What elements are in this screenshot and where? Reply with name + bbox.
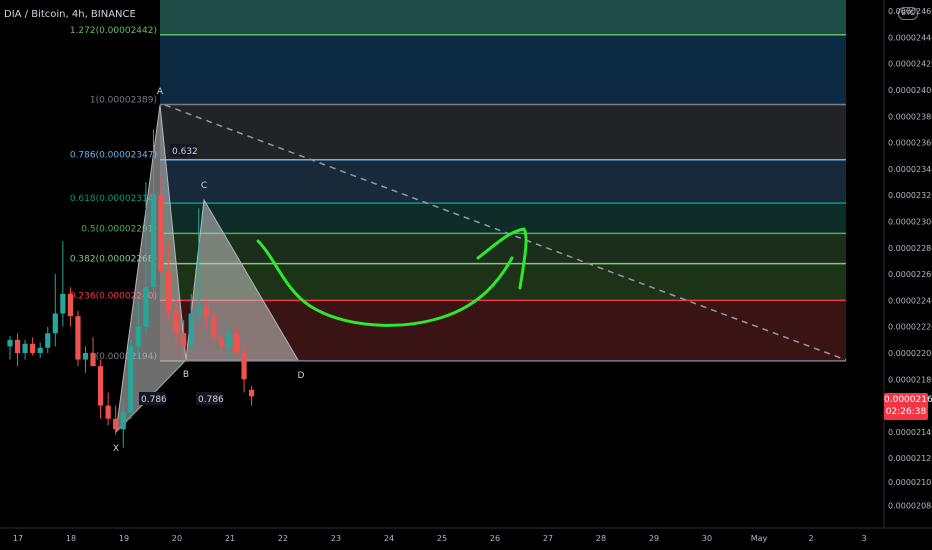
point-a-label: A bbox=[157, 87, 164, 97]
current-price-label: 0.00002167 02:26:38 bbox=[884, 393, 932, 420]
x-tick-label: 21 bbox=[225, 534, 235, 543]
candle-body bbox=[150, 195, 157, 288]
ratio-bd: 0.786 bbox=[198, 395, 224, 405]
candle-body bbox=[82, 353, 89, 360]
y-tick-label: 0.00002340 bbox=[888, 165, 932, 174]
x-tick-label: 24 bbox=[384, 534, 394, 543]
candle-body bbox=[14, 339, 21, 353]
x-tick-label: 28 bbox=[596, 534, 606, 543]
ratio-xab: 0.632 bbox=[172, 147, 198, 157]
candle-body bbox=[37, 347, 43, 353]
x-tick-label: 23 bbox=[331, 534, 341, 543]
y-tick-label: 0.00002420 bbox=[888, 60, 932, 69]
y-tick-label: 0.00002120 bbox=[888, 454, 932, 463]
point-b-label: B bbox=[183, 370, 189, 380]
candle-body bbox=[120, 412, 126, 430]
x-tick-label: 26 bbox=[490, 534, 500, 543]
y-tick-label: 0.00002360 bbox=[888, 139, 932, 148]
point-x-label: X bbox=[113, 444, 119, 454]
x-tick-label: 22 bbox=[278, 534, 288, 543]
candle-body bbox=[90, 353, 96, 367]
x-tick-label: 3 bbox=[861, 534, 866, 543]
fib-label: 0.618(0.00002314) bbox=[70, 194, 157, 204]
y-tick-label: 0.00002180 bbox=[888, 375, 932, 384]
y-tick-label: 0.00002102 bbox=[888, 478, 932, 487]
candle-body bbox=[203, 306, 209, 317]
y-tick-label: 0.00002280 bbox=[888, 244, 932, 253]
candle-body bbox=[60, 293, 66, 314]
candle-body bbox=[165, 271, 172, 311]
candle-body bbox=[135, 326, 141, 347]
y-axis: 0.00002084 0.00002102 0.00002120 0.00002140… bbox=[883, 0, 932, 528]
fib-zone bbox=[160, 34, 846, 105]
x-tick-label: 27 bbox=[543, 534, 553, 543]
y-tick-label: 0.00002440 bbox=[888, 33, 932, 42]
candle-body bbox=[30, 343, 36, 353]
y-tick-label: 0.00002084 bbox=[888, 502, 932, 511]
candle-body bbox=[188, 313, 194, 347]
y-tick-label: 0.00002260 bbox=[888, 270, 932, 279]
ratio-xb: 0.786 bbox=[141, 395, 167, 405]
x-tick-label: 18 bbox=[66, 534, 76, 543]
x-tick-label: 17 bbox=[13, 534, 23, 543]
fib-zone bbox=[160, 263, 846, 301]
x-tick-label: 29 bbox=[649, 534, 659, 543]
countdown-timer: 02:26:38 bbox=[885, 407, 927, 417]
x-axis: 17 18 19 20 21 22 23 24 25 26 27 28 29 30 May 2 3 bbox=[0, 527, 932, 543]
y-tick-label: 0.00002380 bbox=[888, 112, 932, 121]
x-tick-label: 19 bbox=[119, 534, 129, 543]
x-tick-label: May bbox=[751, 534, 768, 543]
y-tick-label: 0.00002200 bbox=[888, 349, 932, 358]
candle-body bbox=[75, 316, 81, 360]
candle-body bbox=[211, 316, 217, 338]
candle-body bbox=[98, 366, 104, 406]
candle-body bbox=[158, 195, 164, 272]
y-tick-label: 0.00002240 bbox=[888, 296, 932, 305]
candle-body bbox=[241, 353, 247, 380]
candle-body bbox=[233, 333, 240, 353]
fib-zone bbox=[160, 104, 846, 160]
candle-body bbox=[22, 343, 28, 353]
y-tick-label: 0.00002320 bbox=[888, 191, 932, 200]
candle-body bbox=[45, 333, 51, 348]
candle-body bbox=[181, 333, 187, 347]
fib-zone bbox=[160, 203, 846, 234]
fib-label: 0.786(0.00002347) bbox=[70, 151, 157, 161]
candle-body bbox=[128, 346, 134, 413]
candle-body bbox=[52, 313, 58, 334]
x-tick-label: 30 bbox=[702, 534, 712, 543]
candle-body bbox=[218, 337, 224, 347]
current-price-value: 0.00002167 bbox=[884, 395, 932, 405]
fib-zone bbox=[160, 0, 846, 35]
candle-body bbox=[173, 310, 179, 334]
candle-body bbox=[196, 306, 202, 314]
y-tick-label: 0.00002400 bbox=[888, 86, 932, 95]
candle-body bbox=[67, 293, 73, 317]
y-tick-label: 0.00002300 bbox=[888, 218, 932, 227]
fib-label: 1(0.00002389) bbox=[90, 95, 157, 105]
x-tick-label: 2 bbox=[808, 534, 813, 543]
fib-label: 1.272(0.00002442) bbox=[70, 26, 157, 36]
y-tick-label: 0.00002220 bbox=[888, 323, 932, 332]
candle-body bbox=[249, 389, 255, 397]
y-tick-label: 0.00002140 bbox=[888, 428, 932, 437]
point-c-label: C bbox=[201, 181, 207, 191]
candle-body bbox=[143, 287, 149, 327]
x-tick-label: 25 bbox=[437, 534, 447, 543]
candle-body bbox=[105, 405, 111, 419]
candle-body bbox=[226, 333, 232, 347]
candle-body bbox=[113, 418, 119, 430]
y-tick-label: 0.00002460 bbox=[888, 7, 932, 16]
price-chart[interactable]: 1.272(0.00002442) 1(0.00002389) 0.786(0.00… bbox=[0, 0, 932, 550]
x-tick-label: 20 bbox=[172, 534, 182, 543]
point-d-label: D bbox=[298, 371, 305, 381]
candle-body bbox=[7, 339, 13, 347]
fib-zone bbox=[160, 159, 846, 204]
